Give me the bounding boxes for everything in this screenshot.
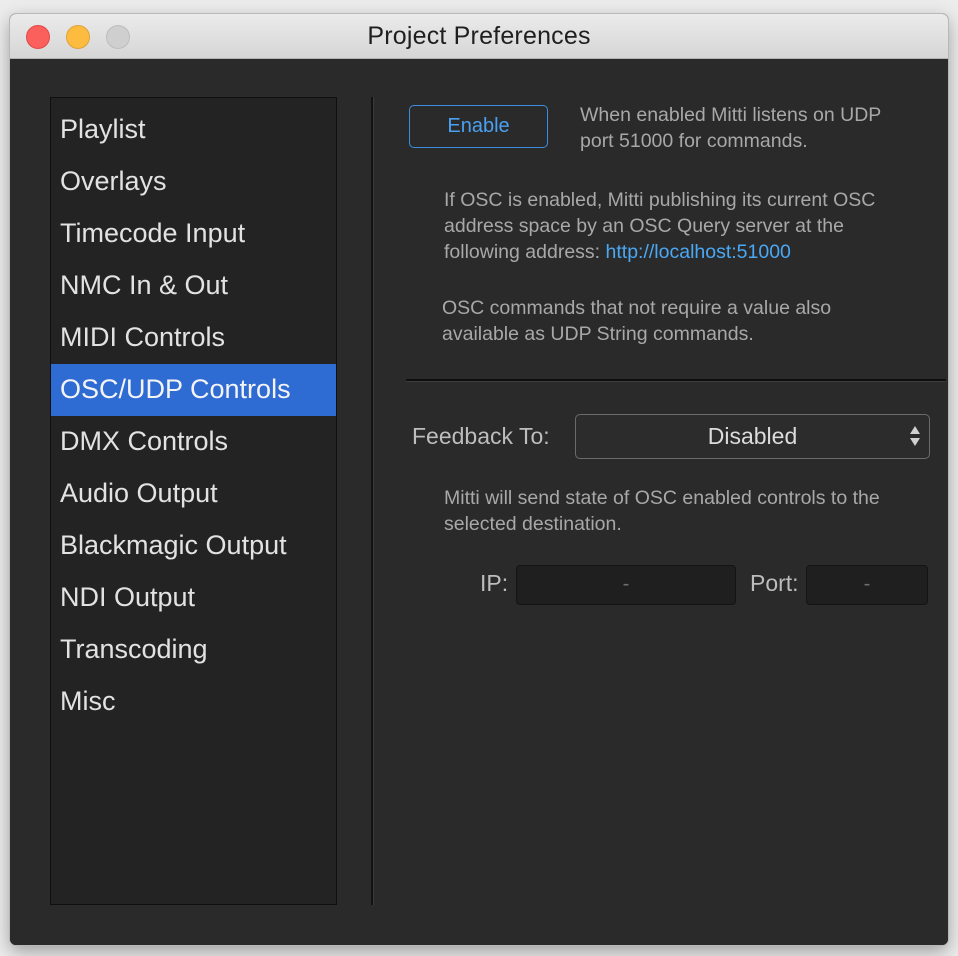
feedback-description: Mitti will send state of OSC enabled con… bbox=[444, 487, 880, 535]
ip-field[interactable]: - bbox=[516, 565, 736, 605]
osc-query-description: If OSC is enabled, Mitti publishing its … bbox=[444, 187, 914, 265]
port-field[interactable]: - bbox=[806, 565, 928, 605]
sidebar-item-transcoding[interactable]: Transcoding bbox=[51, 624, 336, 676]
split-view-divider[interactable] bbox=[371, 97, 374, 905]
sidebar: Playlist Overlays Timecode Input NMC In … bbox=[50, 97, 337, 905]
sidebar-item-ndi-output[interactable]: NDI Output bbox=[51, 572, 336, 624]
sidebar-item-timecode-input[interactable]: Timecode Input bbox=[51, 208, 336, 260]
sidebar-item-midi-controls[interactable]: MIDI Controls bbox=[51, 312, 336, 364]
feedback-to-label: Feedback To: bbox=[412, 423, 550, 449]
title-bar[interactable]: Project Preferences bbox=[10, 14, 948, 59]
sidebar-item-misc[interactable]: Misc bbox=[51, 676, 336, 728]
sidebar-item-osc-udp-controls[interactable]: OSC/UDP Controls bbox=[51, 364, 336, 416]
sidebar-item-audio-output[interactable]: Audio Output bbox=[51, 468, 336, 520]
sidebar-item-dmx-controls[interactable]: DMX Controls bbox=[51, 416, 336, 468]
port-label: Port: bbox=[750, 570, 799, 596]
sidebar-item-blackmagic-output[interactable]: Blackmagic Output bbox=[51, 520, 336, 572]
preferences-content: Playlist Overlays Timecode Input NMC In … bbox=[10, 59, 948, 945]
feedback-to-select[interactable]: Disabled bbox=[575, 414, 930, 459]
sidebar-item-playlist[interactable]: Playlist bbox=[51, 104, 336, 156]
sidebar-item-overlays[interactable]: Overlays bbox=[51, 156, 336, 208]
enable-description: When enabled Mitti listens on UDP port 5… bbox=[580, 104, 881, 152]
window-title: Project Preferences bbox=[367, 22, 591, 50]
section-divider bbox=[406, 379, 946, 382]
enable-button[interactable]: Enable bbox=[409, 105, 548, 148]
feedback-to-value: Disabled bbox=[707, 423, 798, 449]
osc-query-link[interactable]: http://localhost:51000 bbox=[606, 241, 791, 263]
ip-label: IP: bbox=[480, 570, 509, 596]
sidebar-item-nmc-in-out[interactable]: NMC In & Out bbox=[51, 260, 336, 312]
preferences-window: Project Preferences Playlist Overlays Ti… bbox=[10, 14, 948, 945]
up-down-arrows-icon bbox=[910, 426, 920, 446]
udp-string-description: OSC commands that not require a value al… bbox=[442, 297, 832, 345]
